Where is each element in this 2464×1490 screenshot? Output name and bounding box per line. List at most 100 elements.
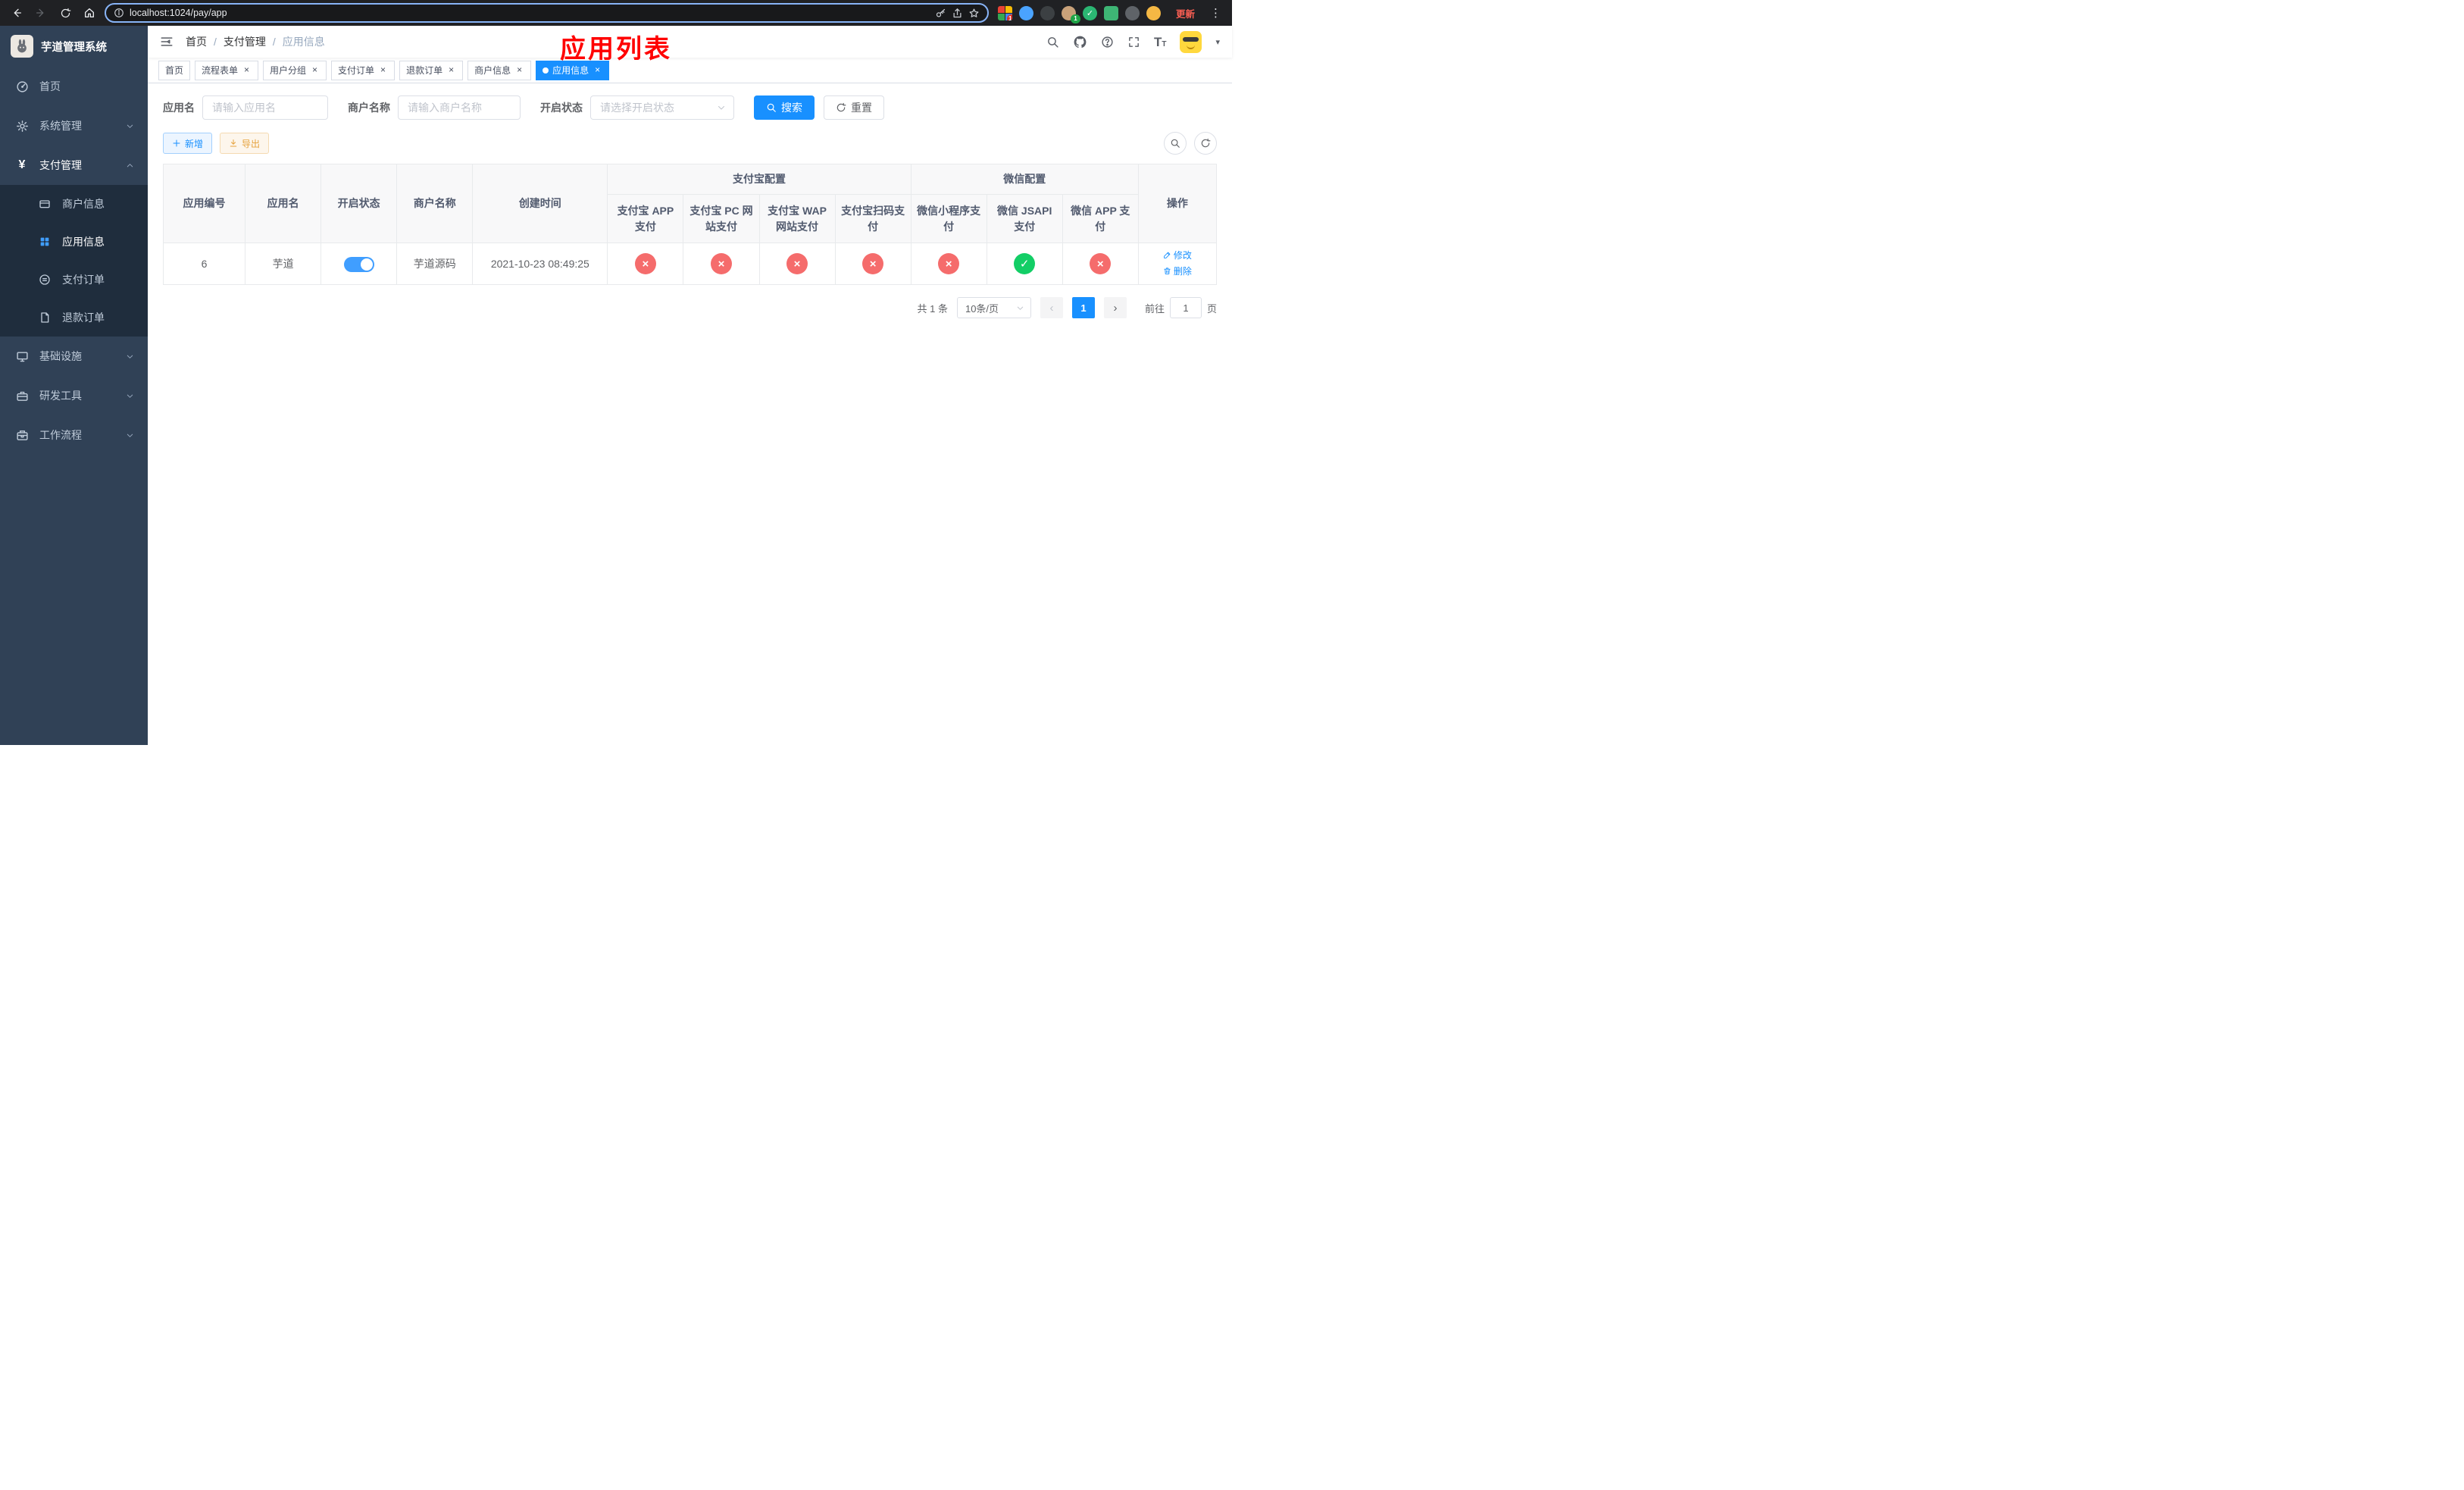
browser-home-button[interactable] <box>80 4 98 22</box>
sidebar-item-dev-tools[interactable]: 研发工具 <box>0 376 148 415</box>
refresh-table-button[interactable] <box>1194 132 1217 155</box>
browser-reload-button[interactable] <box>56 4 74 22</box>
tab-refund-orders[interactable]: 退款订单 × <box>399 60 464 80</box>
close-icon[interactable]: × <box>310 65 320 75</box>
extension-grid-icon[interactable]: 10 <box>997 5 1012 20</box>
col-app-id: 应用编号 <box>162 164 246 243</box>
sidebar-fold-icon[interactable] <box>160 35 174 49</box>
sidebar-item-workflow[interactable]: 工作流程 <box>0 415 148 455</box>
export-button[interactable]: 导出 <box>220 133 270 154</box>
extension-icon[interactable] <box>1146 5 1161 20</box>
github-icon[interactable] <box>1073 35 1087 49</box>
font-size-icon[interactable]: TT <box>1154 36 1167 49</box>
cell-status <box>321 243 398 285</box>
close-icon[interactable]: × <box>446 65 456 75</box>
sidebar-item-label: 系统管理 <box>39 120 82 132</box>
extension-avatar-icon[interactable]: 1 <box>1061 5 1080 23</box>
table-row: 6 芋道 芋道源码 2021-10-23 08:49:25 × × × × × … <box>162 243 1218 285</box>
sidebar-item-merchant-info[interactable]: 商户信息 <box>0 185 148 223</box>
browser-forward-button[interactable] <box>32 4 50 22</box>
extension-icon[interactable] <box>1040 5 1055 20</box>
tab-payment-orders[interactable]: 支付订单 × <box>331 60 396 80</box>
edit-button[interactable]: 修改 <box>1163 249 1192 262</box>
alipay-app-status-icon: × <box>634 253 656 274</box>
help-icon[interactable] <box>1101 36 1114 49</box>
extension-icon[interactable] <box>1018 5 1033 20</box>
col-wechat-jsapi: 微信 JSAPI 支付 <box>986 194 1063 243</box>
sidebar-item-infrastructure[interactable]: 基础设施 <box>0 337 148 376</box>
close-icon[interactable]: × <box>242 65 252 75</box>
status-select[interactable]: 请选择开启状态 <box>590 95 734 120</box>
browser-back-button[interactable] <box>8 4 26 22</box>
breadcrumb-home[interactable]: 首页 <box>186 34 207 49</box>
sidebar-item-home[interactable]: 首页 <box>0 67 148 106</box>
tab-user-group[interactable]: 用户分组 × <box>263 60 327 80</box>
toggle-search-button[interactable] <box>1164 132 1187 155</box>
tab-app-info[interactable]: 应用信息 × <box>536 60 610 80</box>
tab-home[interactable]: 首页 <box>158 60 191 80</box>
fullscreen-icon[interactable] <box>1127 36 1140 49</box>
sidebar-item-label: 应用信息 <box>62 236 105 248</box>
search-button[interactable]: 搜索 <box>754 95 815 120</box>
extension-wechat-icon[interactable] <box>1103 5 1118 20</box>
prev-page-button[interactable]: ‹ <box>1040 297 1063 318</box>
close-icon[interactable]: × <box>378 65 388 75</box>
wechat-jsapi-status-icon: ✓ <box>1014 253 1036 274</box>
col-group-wechat: 微信配置 <box>910 164 1139 195</box>
tab-merchant-info[interactable]: 商户信息 × <box>467 60 532 80</box>
tag-view-bar: 首页 流程表单 × 用户分组 × 支付订单 × 退款订单 × 商户信息 × 应用… <box>148 58 1232 83</box>
sidebar-item-app-info[interactable]: 应用信息 <box>0 223 148 261</box>
sidebar-item-payment-orders[interactable]: 支付订单 <box>0 261 148 299</box>
address-bar[interactable]: localhost:1024/pay/app <box>105 3 989 23</box>
top-navbar: 首页 / 支付管理 / 应用信息 T T ▾ <box>148 26 1232 58</box>
wechat-mini-status-icon: × <box>938 253 960 274</box>
page-size-select[interactable]: 10条/页 <box>956 297 1031 318</box>
next-page-button[interactable]: › <box>1103 297 1127 318</box>
filter-form: 应用名 商户名称 开启状态 请选择开启状态 搜索 <box>163 95 1217 120</box>
delete-button[interactable]: 删除 <box>1163 265 1192 278</box>
download-icon <box>230 139 237 147</box>
extension-badge: 10 <box>1006 14 1012 20</box>
app-logo[interactable]: 芋道管理系统 <box>0 26 148 67</box>
password-key-icon[interactable] <box>935 8 946 19</box>
app-name-input[interactable] <box>202 95 328 120</box>
cell-created: 2021-10-23 08:49:25 <box>472 243 608 285</box>
url-text[interactable]: localhost:1024/pay/app <box>130 8 930 18</box>
extension-icon[interactable]: ✓ <box>1082 5 1097 20</box>
add-button[interactable]: 新增 <box>163 133 213 154</box>
bookmark-star-icon[interactable] <box>968 8 980 19</box>
col-wechat-mini: 微信小程序支付 <box>910 194 987 243</box>
chevron-up-icon <box>126 161 134 170</box>
pagination: 共 1 条 10条/页 ‹ 1 › 前往 页 <box>163 297 1217 318</box>
browser-update-button[interactable]: 更新 <box>1170 4 1201 23</box>
cell-actions: 修改 删除 <box>1137 243 1218 285</box>
page-info-icon[interactable] <box>114 8 124 18</box>
avatar-caret-icon[interactable]: ▾ <box>1215 37 1220 47</box>
close-icon[interactable]: × <box>514 65 524 75</box>
user-avatar[interactable] <box>1180 30 1202 53</box>
breadcrumb-separator: / <box>272 36 276 48</box>
pagination-total: 共 1 条 <box>917 302 948 315</box>
status-toggle[interactable] <box>343 256 374 272</box>
close-icon[interactable]: × <box>593 65 602 75</box>
col-merchant: 商户名称 <box>396 164 474 243</box>
chevron-down-icon <box>126 122 134 130</box>
breadcrumb-payment[interactable]: 支付管理 <box>224 34 266 49</box>
app-table: 应用编号 应用名 开启状态 商户名称 创建时间 支付宝配置 微信配置 操作 支付… <box>162 164 1218 285</box>
chevron-down-icon <box>1017 306 1024 310</box>
cell-app-name: 芋道 <box>245 243 322 285</box>
extension-icon[interactable] <box>1124 5 1140 20</box>
sidebar-item-label: 工作流程 <box>39 429 82 441</box>
share-icon[interactable] <box>952 8 963 19</box>
refresh-icon <box>1201 138 1211 148</box>
search-icon[interactable] <box>1046 36 1059 49</box>
page-number-1[interactable]: 1 <box>1071 297 1095 318</box>
sidebar-item-refund-orders[interactable]: 退款订单 <box>0 299 148 337</box>
tab-process-form[interactable]: 流程表单 × <box>195 60 259 80</box>
merchant-name-input[interactable] <box>398 95 521 120</box>
goto-page-input[interactable] <box>1169 297 1202 318</box>
sidebar-item-system-management[interactable]: 系统管理 <box>0 106 148 146</box>
sidebar-item-payment-management[interactable]: ¥ 支付管理 <box>0 146 148 185</box>
browser-menu-icon[interactable]: ⋮ <box>1207 6 1224 20</box>
reset-button[interactable]: 重置 <box>824 95 884 120</box>
